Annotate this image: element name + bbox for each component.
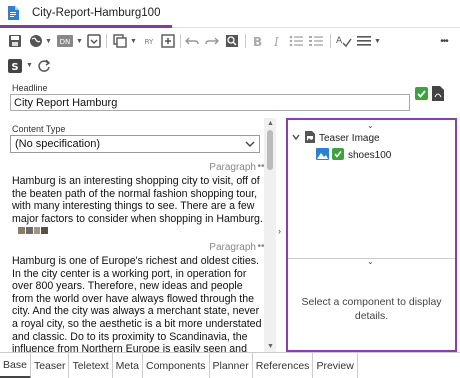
- align-dropdown-caret[interactable]: ▼: [374, 38, 381, 45]
- headline-label: Headline: [12, 83, 48, 93]
- content-type-label: Content Type: [12, 124, 66, 134]
- components-panel: ⌄ Teaser Image shoes100 ⌄ Select a compo…: [286, 118, 457, 352]
- scrollbar-thumb[interactable]: [267, 130, 273, 170]
- approved-check-icon[interactable]: [415, 87, 428, 100]
- chevron-down-icon[interactable]: ⌄: [367, 121, 374, 130]
- paragraph-text[interactable]: Hamburg is one of Europe's richest and o…: [12, 255, 264, 352]
- studio-dropdown-caret[interactable]: ▼: [26, 62, 33, 69]
- tab-preview[interactable]: Preview: [313, 353, 358, 378]
- headline-input[interactable]: [10, 94, 410, 111]
- tab-meta[interactable]: Meta: [113, 353, 143, 378]
- pdf-icon[interactable]: [432, 86, 444, 101]
- content-type-value: (No specification): [15, 138, 100, 150]
- tab-planner[interactable]: Planner: [210, 353, 253, 378]
- studio-icon[interactable]: S: [6, 56, 24, 76]
- svg-text:A: A: [336, 36, 343, 46]
- tree-expand-icon[interactable]: [292, 133, 300, 144]
- preview-search-icon[interactable]: [224, 31, 240, 51]
- secondary-toolbar: S ▼: [0, 54, 460, 76]
- italic-icon[interactable]: I: [270, 31, 284, 51]
- chevron-down-icon[interactable]: ⌄: [367, 257, 374, 266]
- copy-dropdown-caret[interactable]: ▼: [130, 38, 137, 45]
- svg-text:B: B: [253, 35, 262, 47]
- globe-dropdown-caret[interactable]: ▼: [45, 38, 52, 45]
- tree-item-teaser-image[interactable]: Teaser Image: [292, 131, 380, 146]
- tab-base[interactable]: Base: [0, 353, 31, 378]
- locale-dropdown-caret[interactable]: ▼: [76, 38, 83, 45]
- paragraph-label: Paragraph: [209, 242, 256, 253]
- tab-teletext[interactable]: Teletext: [69, 353, 113, 378]
- tab-components[interactable]: Components: [143, 353, 210, 378]
- image-document-icon: [305, 131, 315, 146]
- bottom-tab-bar: Base Teaser Teletext Meta Components Pla…: [0, 352, 460, 378]
- tab-teaser[interactable]: Teaser: [31, 353, 70, 378]
- svg-text:RY: RY: [145, 38, 154, 46]
- paragraph-label: Paragraph: [209, 162, 256, 173]
- numbered-list-icon[interactable]: [308, 31, 324, 51]
- refresh-icon[interactable]: [36, 56, 52, 76]
- more-menu-button[interactable]: •••: [434, 31, 454, 51]
- globe-icon[interactable]: [28, 31, 44, 51]
- tree-item-label: shoes100: [348, 150, 392, 161]
- more-icon: •••: [440, 35, 448, 47]
- document-tab-title: City-Report-Hamburg100: [32, 6, 161, 19]
- tab-references[interactable]: References: [253, 353, 314, 378]
- collapse-panel-icon[interactable]: ›: [278, 226, 281, 236]
- copy-icon[interactable]: [112, 31, 128, 51]
- details-placeholder-message: Select a component to display details.: [301, 296, 442, 322]
- locale-icon[interactable]: DN: [56, 31, 74, 51]
- scroll-up-icon[interactable]: ▲: [267, 120, 274, 127]
- tree-item-shoes100[interactable]: shoes100: [316, 148, 391, 163]
- editor-toolbar: ▼ DN ▼ ▼ RY B I A ▼ •••: [0, 28, 460, 54]
- content-editor-pane: Content Type (No specification) Paragrap…: [0, 118, 278, 352]
- tree-item-label: Teaser Image: [319, 133, 380, 144]
- undo-icon[interactable]: [184, 31, 200, 51]
- svg-text:I: I: [273, 35, 279, 47]
- scroll-down-icon[interactable]: ▼: [267, 343, 274, 350]
- editor-scrollbar[interactable]: ▲ ▼: [264, 118, 276, 352]
- svg-text:S: S: [11, 62, 18, 73]
- document-tab[interactable]: City-Report-Hamburg100: [0, 0, 172, 28]
- chevron-down-icon: [245, 139, 255, 152]
- ry-icon[interactable]: RY: [140, 31, 158, 51]
- document-tab-bar: City-Report-Hamburg100: [0, 0, 460, 28]
- document-icon: [8, 6, 19, 23]
- bullet-list-icon[interactable]: [288, 31, 304, 51]
- align-icon[interactable]: [356, 31, 372, 51]
- download-icon[interactable]: [86, 31, 102, 51]
- spellcheck-icon[interactable]: A: [336, 31, 352, 51]
- save-icon[interactable]: [6, 31, 24, 51]
- svg-text:DN: DN: [60, 38, 71, 46]
- picture-icon: [316, 148, 329, 163]
- add-icon[interactable]: [160, 31, 176, 51]
- content-type-select[interactable]: (No specification): [10, 135, 260, 153]
- approved-check-icon: [332, 148, 344, 163]
- paragraph-text[interactable]: Hamburg is an interesting shopping city …: [12, 175, 264, 225]
- inline-image-thumbnail[interactable]: [18, 227, 48, 234]
- bold-icon[interactable]: B: [250, 31, 264, 51]
- redo-icon[interactable]: [204, 31, 220, 51]
